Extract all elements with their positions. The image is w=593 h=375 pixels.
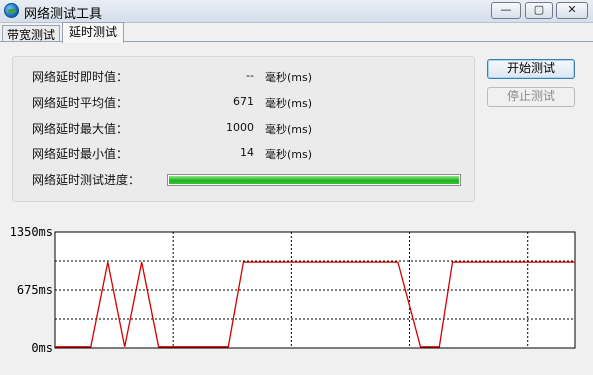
average-latency-unit: 毫秒(ms) (265, 97, 313, 110)
max-latency-label: 网络延时最大值： (32, 122, 129, 136)
average-latency-label: 网络延时平均值： (32, 96, 129, 110)
start-test-button[interactable]: 开始测试 (487, 59, 575, 79)
y-tick-label: 1350ms (10, 225, 53, 239)
average-latency-value: 671 (233, 95, 254, 108)
current-latency-label: 网络延时即时值： (32, 70, 129, 84)
current-latency-unit: 毫秒(ms) (265, 71, 313, 84)
maximize-button[interactable]: ▢ (525, 2, 553, 19)
test-progress-bar (167, 174, 461, 186)
minimize-button[interactable]: — (491, 2, 521, 19)
max-latency-unit: 毫秒(ms) (265, 123, 313, 136)
stats-panel: 网络延时即时值： -- 毫秒(ms) 网络延时平均值： 671 毫秒(ms) 网… (12, 56, 475, 202)
progress-label: 网络延时测试进度： (32, 173, 141, 187)
progress-fill (169, 176, 459, 184)
tab-bandwidth[interactable]: 带宽测试 (2, 25, 60, 42)
close-button[interactable]: ✕ (556, 2, 588, 19)
latency-chart: 1350ms 675ms 0ms (10, 225, 576, 355)
y-tick-label: 675ms (17, 283, 53, 297)
y-tick-label: 0ms (31, 341, 53, 355)
max-latency-value: 1000 (226, 121, 254, 134)
tab-bar: 带宽测试 延时测试 (0, 22, 593, 43)
tab-latency[interactable]: 延时测试 (62, 22, 124, 43)
globe-icon (4, 3, 19, 18)
stop-test-button[interactable]: 停止测试 (487, 87, 575, 107)
title-bar: 网络测试工具 — ▢ ✕ (0, 0, 593, 23)
window-title: 网络测试工具 (24, 7, 103, 22)
min-latency-unit: 毫秒(ms) (265, 148, 313, 161)
current-latency-value: -- (246, 69, 254, 82)
min-latency-label: 网络延时最小值： (32, 147, 129, 161)
min-latency-value: 14 (240, 146, 254, 159)
